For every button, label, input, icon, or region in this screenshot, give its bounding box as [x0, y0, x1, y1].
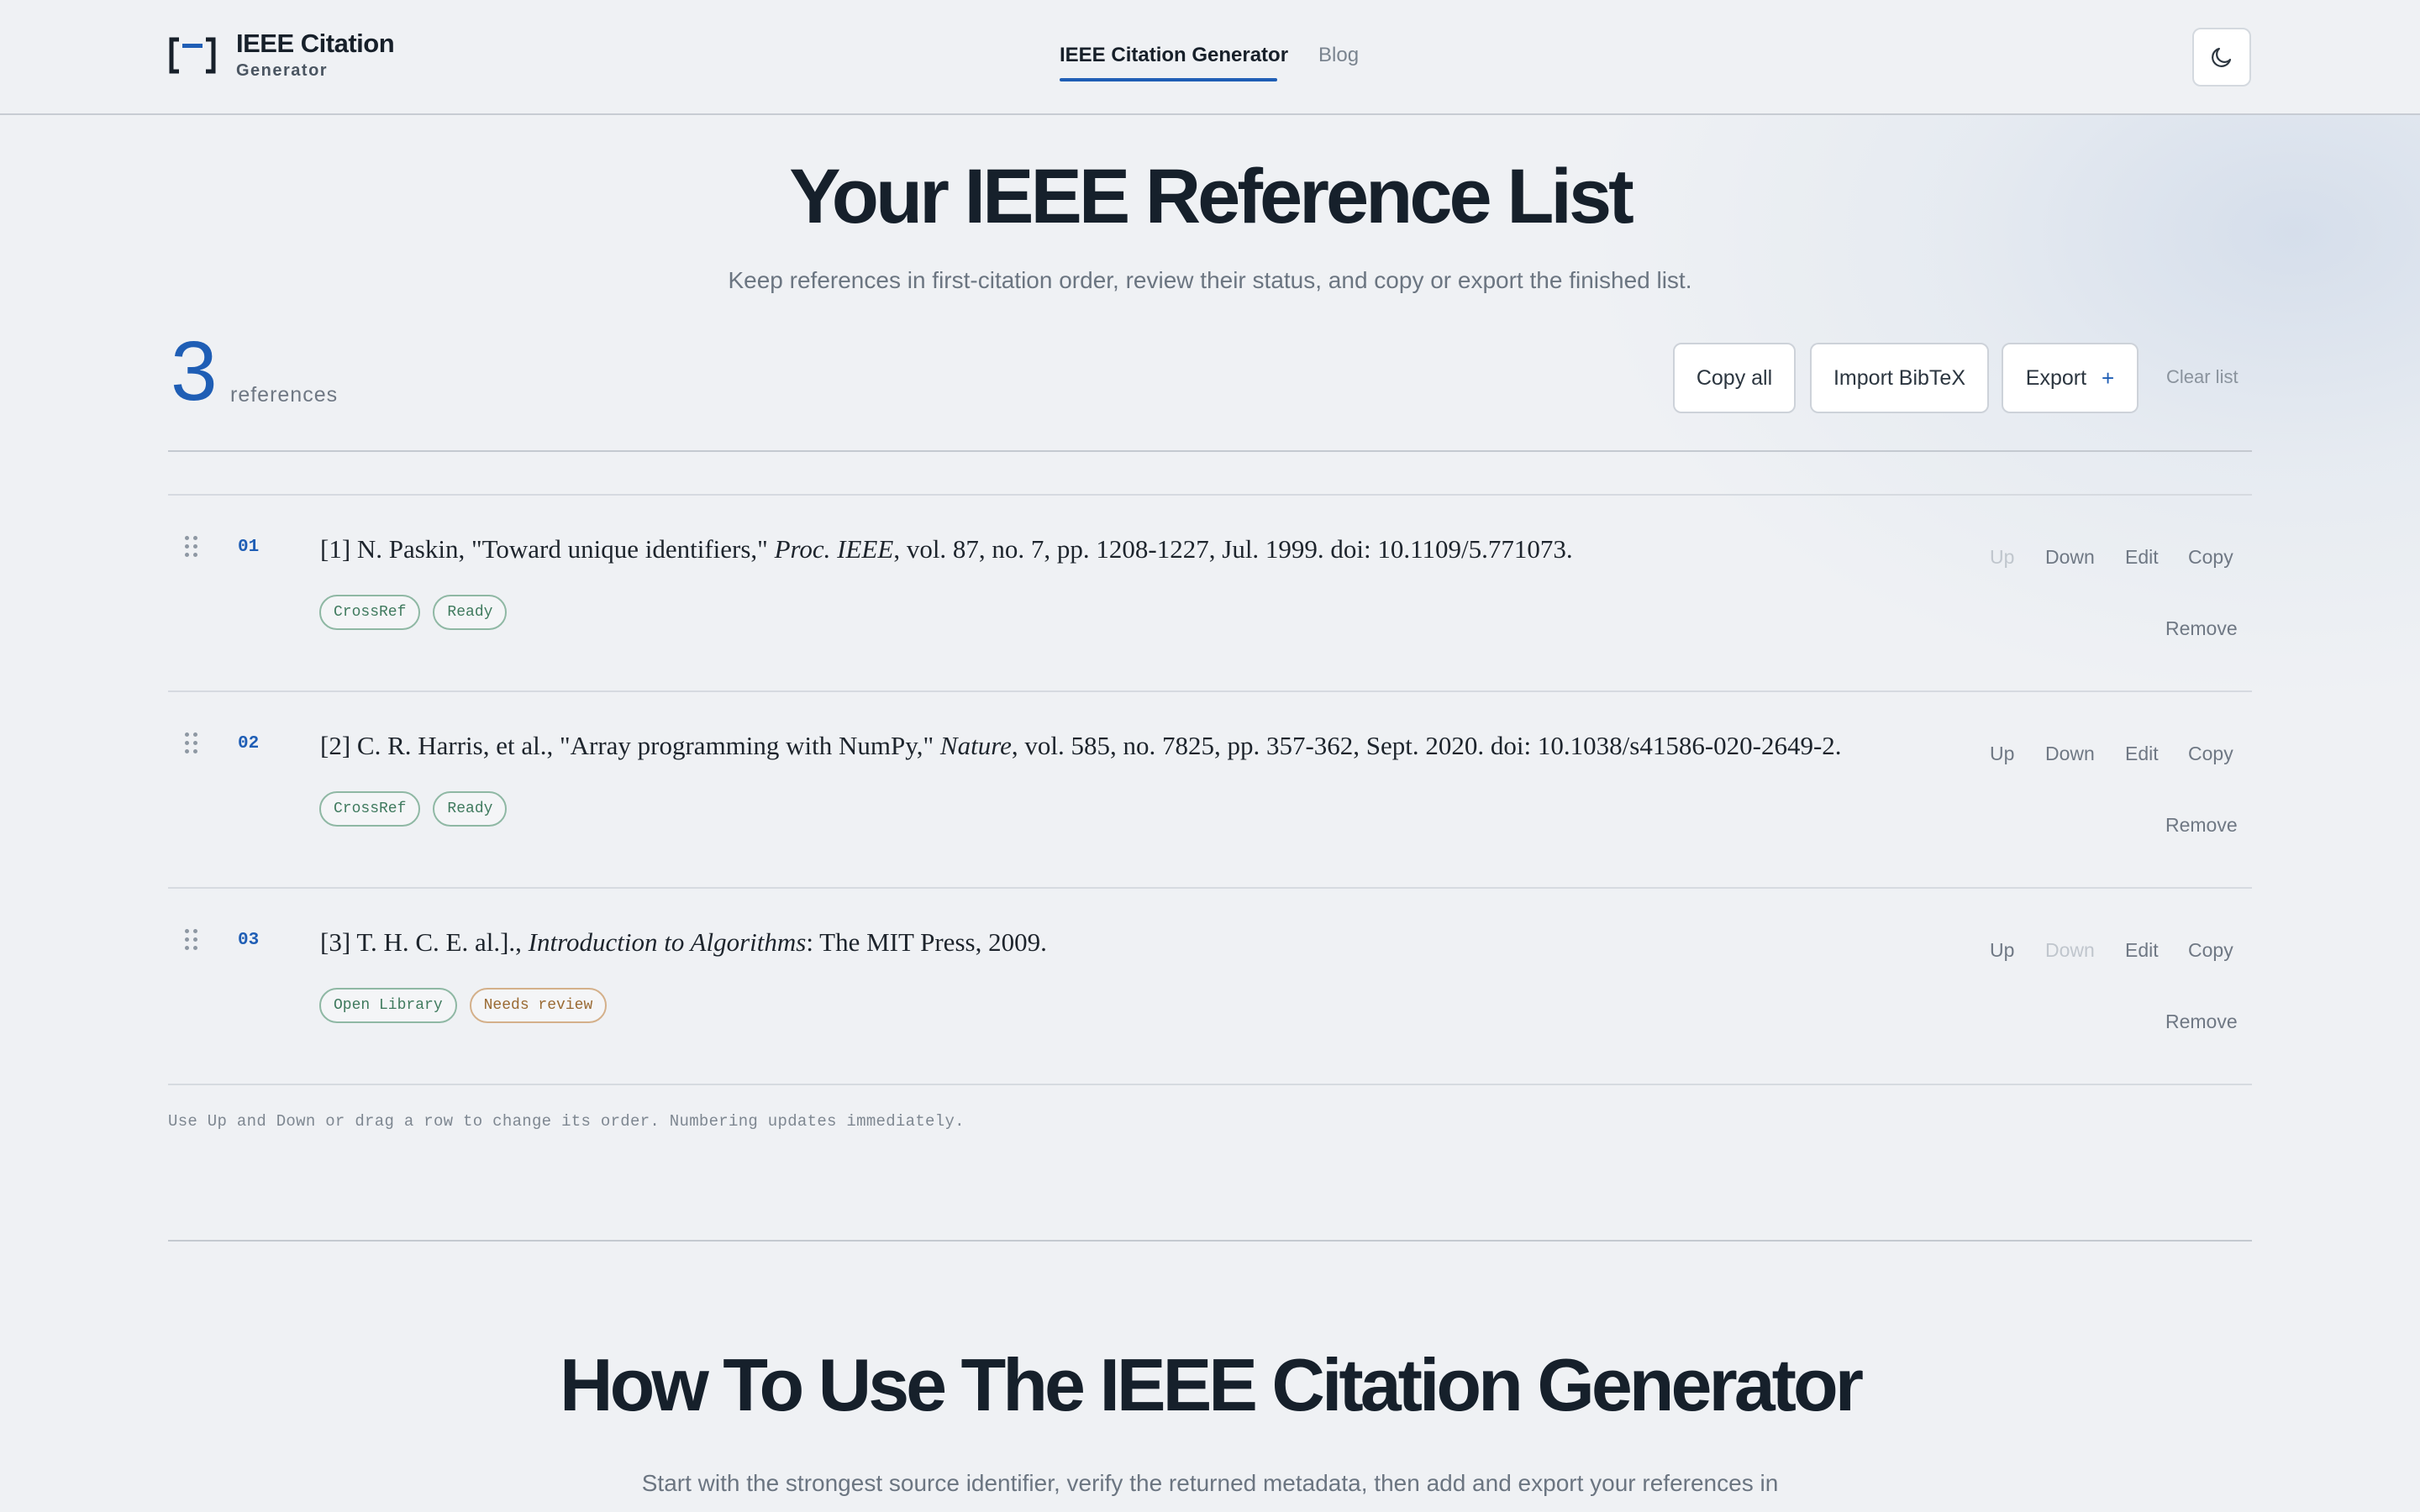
copy-button[interactable]: Copy	[2188, 743, 2233, 765]
move-up-button[interactable]: Up	[1990, 743, 2014, 765]
edit-button[interactable]: Edit	[2125, 743, 2159, 765]
status-badge: Ready	[433, 595, 508, 630]
export-label: Export	[2025, 365, 2087, 390]
move-up-button[interactable]: Up	[1990, 546, 2014, 569]
citation-text: [2] C. R. Harris, et al., "Array program…	[320, 731, 1842, 760]
move-down-button[interactable]: Down	[2045, 939, 2095, 962]
site-header: IEEE Citation Generator IEEE Citation Ge…	[0, 0, 2420, 115]
reference-row: 01 [1] N. Paskin, "Toward unique identif…	[168, 496, 2252, 692]
source-tag: CrossRef	[319, 791, 421, 827]
reference-row: 02 [2] C. R. Harris, et al., "Array prog…	[168, 692, 2252, 889]
page-title: Your IEEE Reference List	[789, 154, 1634, 239]
move-down-button[interactable]: Down	[2045, 743, 2095, 765]
nav-active-underline	[1060, 78, 1277, 81]
reference-number: 02	[238, 734, 260, 753]
reference-number: 03	[238, 931, 260, 950]
list-bottom-divider	[168, 1084, 2252, 1085]
logo-subtitle: Generator	[236, 61, 329, 80]
drag-handle-icon[interactable]	[183, 536, 200, 558]
remove-button[interactable]: Remove	[2165, 1011, 2238, 1033]
source-tag: Open Library	[319, 988, 457, 1023]
page-subtitle: Keep references in first-citation order,…	[728, 267, 1692, 293]
logo-title[interactable]: IEEE Citation	[236, 29, 395, 59]
section-divider	[168, 1240, 2252, 1242]
citation-text: [1] N. Paskin, "Toward unique identifier…	[320, 534, 1573, 564]
drag-handle-icon[interactable]	[183, 929, 200, 951]
import-bibtex-button[interactable]: Import BibTeX	[1810, 343, 1989, 413]
source-tag: CrossRef	[319, 595, 421, 630]
how-to-subtitle: Start with the strongest source identifi…	[641, 1470, 1779, 1496]
move-down-button[interactable]: Down	[2045, 546, 2095, 569]
move-up-button[interactable]: Up	[1990, 939, 2014, 962]
reference-row: 03 [3] T. H. C. E. al.]., Introduction t…	[168, 889, 2252, 1085]
nav-tab-blog[interactable]: Blog	[1318, 44, 1359, 67]
edit-button[interactable]: Edit	[2125, 939, 2159, 962]
theme-toggle-button[interactable]	[2192, 28, 2251, 87]
export-button[interactable]: Export +	[2002, 343, 2139, 413]
drag-handle-icon[interactable]	[183, 732, 200, 754]
reference-count-label: references	[230, 383, 339, 407]
bracket-logo-icon[interactable]	[169, 37, 216, 74]
moon-icon	[2212, 47, 2232, 67]
how-to-title: How To Use The IEEE Citation Generator	[560, 1343, 1864, 1426]
edit-button[interactable]: Edit	[2125, 546, 2159, 569]
remove-button[interactable]: Remove	[2165, 617, 2238, 640]
reorder-hint: Use Up and Down or drag a row to change …	[168, 1112, 965, 1131]
remove-button[interactable]: Remove	[2165, 814, 2238, 837]
copy-all-button[interactable]: Copy all	[1673, 343, 1796, 413]
nav-tab-citation-generator[interactable]: IEEE Citation Generator	[1060, 44, 1288, 67]
plus-icon: +	[2102, 365, 2115, 391]
citation-text: [3] T. H. C. E. al.]., Introduction to A…	[320, 927, 1047, 957]
copy-button[interactable]: Copy	[2188, 546, 2233, 569]
copy-button[interactable]: Copy	[2188, 939, 2233, 962]
status-badge: Needs review	[469, 988, 608, 1023]
status-badge: Ready	[433, 791, 508, 827]
summary-divider	[168, 450, 2252, 452]
clear-list-link[interactable]: Clear list	[2166, 366, 2238, 388]
reference-count: 3	[171, 324, 218, 418]
reference-number: 01	[238, 538, 260, 557]
